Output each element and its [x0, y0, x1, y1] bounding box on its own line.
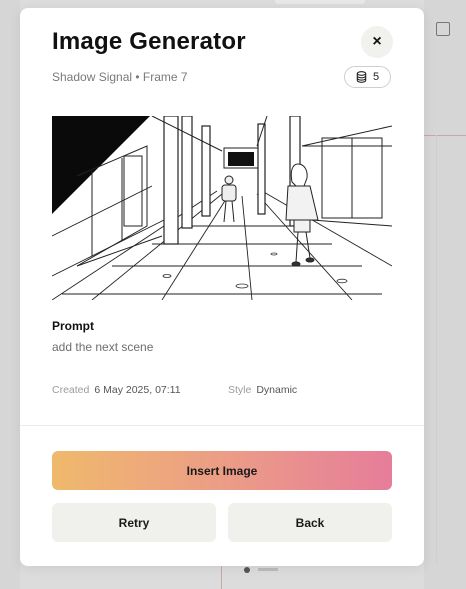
background-dot	[244, 567, 250, 573]
credits-count: 5	[372, 71, 380, 83]
style-info: Style Dynamic	[228, 384, 297, 396]
image-generator-modal: Image Generator × Shadow Signal • Frame …	[20, 8, 424, 566]
back-button[interactable]: Back	[228, 503, 392, 542]
style-value: Dynamic	[256, 384, 298, 396]
modal-subtitle: Shadow Signal • Frame 7	[52, 70, 188, 84]
background-right-panel	[424, 0, 466, 589]
retry-button[interactable]: Retry	[52, 503, 216, 542]
created-info: Created 6 May 2025, 07:11	[52, 384, 181, 396]
close-button[interactable]: ×	[361, 26, 393, 58]
modal-title: Image Generator	[52, 28, 246, 55]
background-divider	[436, 135, 437, 565]
prompt-label: Prompt	[52, 319, 94, 333]
background-guide-line	[424, 135, 466, 136]
prompt-text: add the next scene	[52, 340, 154, 354]
style-label: Style	[228, 384, 252, 396]
created-value: 6 May 2025, 07:11	[94, 384, 181, 396]
corridor-sketch	[52, 116, 392, 300]
close-icon: ×	[372, 33, 382, 50]
background-guide-line	[221, 566, 222, 589]
created-label: Created	[52, 384, 90, 396]
background-top-bar	[275, 0, 365, 4]
coin-stack-icon	[356, 71, 367, 83]
background-left-panel	[0, 0, 20, 589]
credits-badge: 5	[344, 66, 391, 88]
insert-image-button[interactable]: Insert Image	[52, 451, 392, 490]
background-toolbar-icon	[436, 22, 450, 36]
background-bar	[258, 568, 278, 571]
generated-image	[52, 116, 392, 300]
footer-divider	[20, 425, 424, 426]
